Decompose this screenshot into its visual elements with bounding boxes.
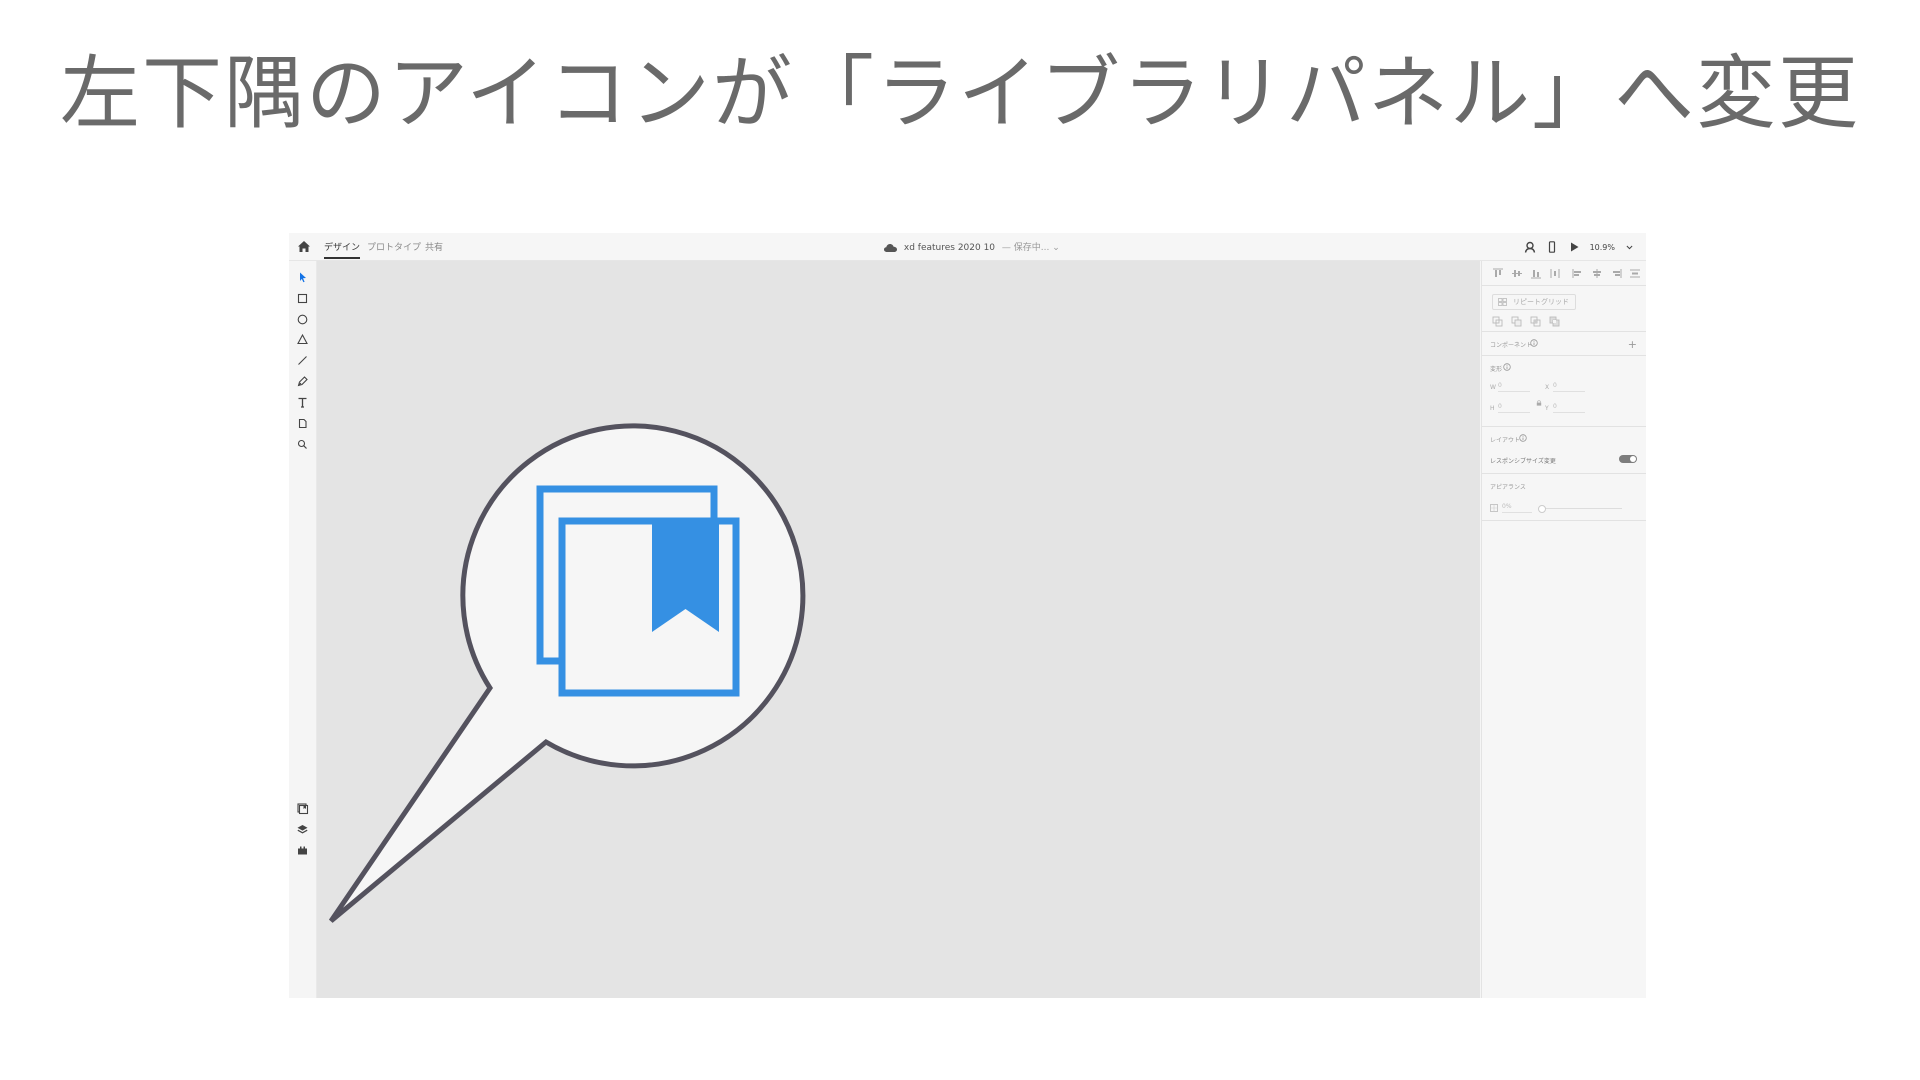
opacity-slider-knob[interactable] xyxy=(1538,505,1546,513)
polygon-tool-icon[interactable] xyxy=(296,333,309,346)
document-title[interactable]: xd features 2020 10 — 保存中... ⌄ xyxy=(884,240,1060,253)
chevron-down-icon[interactable] xyxy=(1625,243,1634,252)
zoom-level[interactable]: 10.9% xyxy=(1590,243,1615,252)
y-field[interactable]: 0 xyxy=(1553,403,1585,413)
height-field[interactable]: 0 xyxy=(1498,403,1530,413)
document-name: xd features 2020 10 xyxy=(903,243,996,253)
opacity-icon xyxy=(1490,504,1498,512)
intersect-boolean-icon[interactable] xyxy=(1530,316,1542,327)
align-center-icon[interactable] xyxy=(1591,268,1603,279)
rectangle-tool-icon[interactable] xyxy=(296,292,309,305)
xd-app-window: デザイン プロトタイプ 共有 xd features 2020 10 — 保存中… xyxy=(289,233,1646,998)
coediting-icon[interactable] xyxy=(1524,241,1536,253)
plugins-panel-icon[interactable] xyxy=(296,844,309,857)
home-icon[interactable] xyxy=(297,240,311,253)
x-label: X xyxy=(1545,384,1550,391)
info-icon[interactable] xyxy=(1519,434,1527,442)
lock-aspect-icon[interactable] xyxy=(1536,400,1542,406)
align-section xyxy=(1482,261,1646,286)
repeat-grid-section: リピートグリッド xyxy=(1482,286,1646,332)
distribute-vertical-icon[interactable] xyxy=(1629,268,1641,279)
tab-design[interactable]: デザイン xyxy=(324,240,361,259)
transform-section: 変形 W 0 X 0 H 0 Y 0 xyxy=(1482,356,1646,427)
exclude-boolean-icon[interactable] xyxy=(1549,316,1561,327)
top-right-controls: 10.9% xyxy=(1524,239,1634,255)
opacity-slider[interactable] xyxy=(1538,505,1622,513)
opacity-field[interactable]: 0% xyxy=(1502,503,1532,513)
align-middle-icon[interactable] xyxy=(1511,268,1523,279)
align-top-icon[interactable] xyxy=(1492,268,1504,279)
select-tool-icon[interactable] xyxy=(296,271,309,284)
subtract-boolean-icon[interactable] xyxy=(1511,316,1523,327)
layout-label: レイアウト xyxy=(1490,437,1521,444)
tab-prototype[interactable]: プロトタイプ xyxy=(367,240,421,253)
appearance-label: アピアランス xyxy=(1490,484,1526,491)
design-canvas[interactable] xyxy=(317,261,1480,998)
save-status: — 保存中... ⌄ xyxy=(1001,243,1060,253)
y-label: Y xyxy=(1545,405,1549,412)
mobile-preview-icon[interactable] xyxy=(1546,241,1558,253)
width-field[interactable]: 0 xyxy=(1498,382,1530,392)
responsive-resize-toggle[interactable] xyxy=(1619,455,1637,463)
x-field[interactable]: 0 xyxy=(1553,382,1585,392)
libraries-panel-icon[interactable] xyxy=(296,802,309,815)
info-icon[interactable] xyxy=(1530,339,1538,347)
pen-tool-icon[interactable] xyxy=(296,375,309,388)
zoom-tool-icon[interactable] xyxy=(296,438,309,451)
artboard-tool-icon[interactable] xyxy=(296,417,309,430)
ellipse-tool-icon[interactable] xyxy=(296,313,309,326)
height-label: H xyxy=(1490,405,1495,412)
repeat-grid-icon xyxy=(1498,298,1507,306)
align-left-icon[interactable] xyxy=(1572,268,1584,279)
repeat-grid-label: リピートグリッド xyxy=(1513,298,1569,306)
cloud-icon xyxy=(884,243,897,252)
align-bottom-icon[interactable] xyxy=(1530,268,1542,279)
distribute-horizontal-icon[interactable] xyxy=(1549,268,1561,279)
layers-panel-icon[interactable] xyxy=(296,823,309,836)
info-icon[interactable] xyxy=(1503,363,1511,371)
line-tool-icon[interactable] xyxy=(296,354,309,367)
play-icon[interactable] xyxy=(1568,241,1580,253)
layout-section: レイアウト レスポンシブサイズ変更 xyxy=(1482,427,1646,474)
width-label: W xyxy=(1490,384,1496,391)
repeat-grid-button[interactable]: リピートグリッド xyxy=(1492,294,1576,310)
responsive-resize-label: レスポンシブサイズ変更 xyxy=(1490,458,1556,465)
left-toolbar xyxy=(289,261,317,998)
components-section: コンポーネント + xyxy=(1482,332,1646,356)
add-component-button[interactable]: + xyxy=(1628,338,1637,351)
slide-title: 左下隅のアイコンが「ライブラリパネル」へ変更 xyxy=(60,47,1860,140)
components-label: コンポーネント xyxy=(1490,342,1533,349)
add-boolean-icon[interactable] xyxy=(1492,316,1504,327)
tab-share[interactable]: 共有 xyxy=(425,240,443,253)
align-right-icon[interactable] xyxy=(1610,268,1622,279)
text-tool-icon[interactable] xyxy=(296,396,309,409)
transform-label: 変形 xyxy=(1490,366,1503,373)
property-inspector: リピートグリッド コンポーネント + 変形 W 0 X 0 H 0 Y 0 レイ… xyxy=(1481,261,1646,998)
appearance-section: アピアランス 0% xyxy=(1482,474,1646,521)
boolean-ops xyxy=(1492,316,1561,327)
top-bar: デザイン プロトタイプ 共有 xd features 2020 10 — 保存中… xyxy=(289,233,1646,261)
